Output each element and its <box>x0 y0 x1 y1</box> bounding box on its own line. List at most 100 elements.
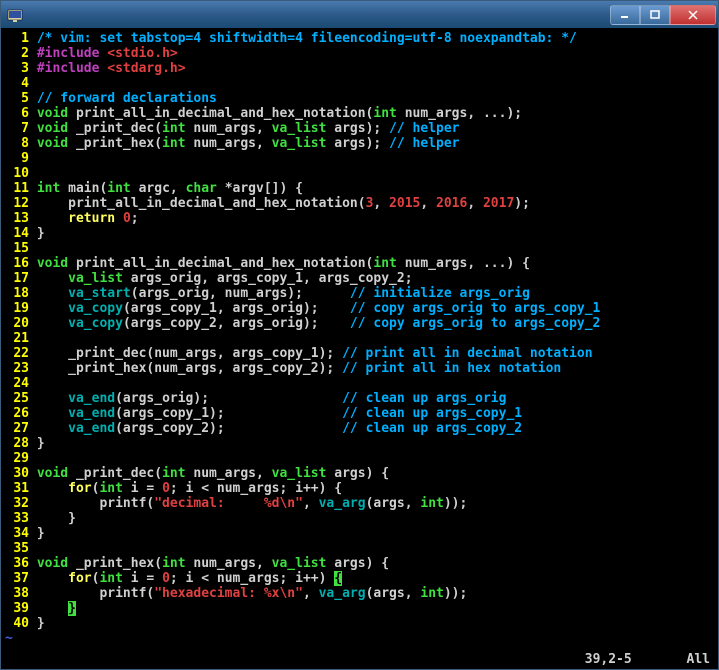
code-line: 10 <box>5 166 714 181</box>
code-line: 7 void _print_dec(int num_args, va_list … <box>5 121 714 136</box>
line-number: 40 <box>5 616 29 631</box>
code-content: } <box>37 436 45 451</box>
code-lines: 1 /* vim: set tabstop=4 shiftwidth=4 fil… <box>5 31 714 631</box>
line-number: 11 <box>5 181 29 196</box>
line-number: 3 <box>5 61 29 76</box>
cursor-position: 39,2-5 <box>585 652 632 667</box>
code-content: va_end(args_copy_1); // clean up args_co… <box>37 406 522 421</box>
line-number: 5 <box>5 91 29 106</box>
line-number: 39 <box>5 601 29 616</box>
code-content: va_copy(args_copy_2, args_orig); // copy… <box>37 316 601 331</box>
code-line: 20 va_copy(args_copy_2, args_orig); // c… <box>5 316 714 331</box>
code-content: void print_all_in_decimal_and_hex_notati… <box>37 106 522 121</box>
code-content: } <box>37 511 76 526</box>
code-line: 9 <box>5 151 714 166</box>
code-content: va_copy(args_copy_1, args_orig); // copy… <box>37 301 601 316</box>
code-content: } <box>37 226 45 241</box>
line-number: 34 <box>5 526 29 541</box>
code-content: } <box>37 601 76 616</box>
line-number: 26 <box>5 406 29 421</box>
line-number: 17 <box>5 271 29 286</box>
code-line: 32 printf("decimal: %d\n", va_arg(args, … <box>5 496 714 511</box>
code-line: 11 int main(int argc, char *argv[]) { <box>5 181 714 196</box>
line-number: 22 <box>5 346 29 361</box>
code-line: 19 va_copy(args_copy_1, args_orig); // c… <box>5 301 714 316</box>
code-content: void _print_hex(int num_args, va_list ar… <box>37 136 460 151</box>
code-line: 17 va_list args_orig, args_copy_1, args_… <box>5 271 714 286</box>
line-number: 35 <box>5 541 29 556</box>
code-content: va_end(args_copy_2); // clean up args_co… <box>37 421 522 436</box>
code-content: } <box>37 616 45 631</box>
line-number: 20 <box>5 316 29 331</box>
code-content: void print_all_in_decimal_and_hex_notati… <box>37 256 530 271</box>
code-content: for(int i = 0; i < num_args; i++) { <box>37 571 342 586</box>
titlebar-left <box>7 7 29 23</box>
code-content: va_list args_orig, args_copy_1, args_cop… <box>37 271 413 286</box>
line-number: 16 <box>5 256 29 271</box>
close-button[interactable] <box>670 5 716 25</box>
code-line: 2 #include <stdio.h> <box>5 46 714 61</box>
code-line: 31 for(int i = 0; i < num_args; i++) { <box>5 481 714 496</box>
maximize-button[interactable] <box>640 5 670 25</box>
code-content: int main(int argc, char *argv[]) { <box>37 181 303 196</box>
code-content: #include <stdarg.h> <box>37 61 186 76</box>
line-number: 36 <box>5 556 29 571</box>
line-number: 33 <box>5 511 29 526</box>
line-number: 25 <box>5 391 29 406</box>
code-line: 24 <box>5 376 714 391</box>
titlebar[interactable] <box>1 1 718 29</box>
line-number: 29 <box>5 451 29 466</box>
code-line: 15 <box>5 241 714 256</box>
code-line: 8 void _print_hex(int num_args, va_list … <box>5 136 714 151</box>
code-content: void _print_dec(int num_args, va_list ar… <box>37 466 389 481</box>
code-line: 4 <box>5 76 714 91</box>
line-number: 23 <box>5 361 29 376</box>
code-line: 14 } <box>5 226 714 241</box>
code-line: 6 void print_all_in_decimal_and_hex_nota… <box>5 106 714 121</box>
putty-icon <box>7 7 23 23</box>
code-content: void _print_dec(int num_args, va_list ar… <box>37 121 460 136</box>
code-content: // forward declarations <box>37 91 217 106</box>
line-number: 9 <box>5 151 29 166</box>
code-line: 16 void print_all_in_decimal_and_hex_not… <box>5 256 714 271</box>
putty-window: 1 /* vim: set tabstop=4 shiftwidth=4 fil… <box>0 0 719 670</box>
line-number: 19 <box>5 301 29 316</box>
line-number: 12 <box>5 196 29 211</box>
line-number: 4 <box>5 76 29 91</box>
line-number: 28 <box>5 436 29 451</box>
code-line: 25 va_end(args_orig); // clean up args_o… <box>5 391 714 406</box>
line-number: 18 <box>5 286 29 301</box>
code-line: 33 } <box>5 511 714 526</box>
code-line: 26 va_end(args_copy_1); // clean up args… <box>5 406 714 421</box>
code-content: printf("decimal: %d\n", va_arg(args, int… <box>37 496 468 511</box>
line-number: 14 <box>5 226 29 241</box>
code-content: _print_hex(num_args, args_copy_2); // pr… <box>37 361 561 376</box>
code-line: 30 void _print_dec(int num_args, va_list… <box>5 466 714 481</box>
titlebar-buttons <box>610 5 716 25</box>
line-number: 8 <box>5 136 29 151</box>
code-content: /* vim: set tabstop=4 shiftwidth=4 filee… <box>37 31 577 46</box>
line-number: 30 <box>5 466 29 481</box>
code-line: 29 <box>5 451 714 466</box>
scroll-mode: All <box>687 652 710 667</box>
line-number: 27 <box>5 421 29 436</box>
minimize-button[interactable] <box>610 5 640 25</box>
line-number: 37 <box>5 571 29 586</box>
code-content: void _print_hex(int num_args, va_list ar… <box>37 556 389 571</box>
code-line: 38 printf("hexadecimal: %x\n", va_arg(ar… <box>5 586 714 601</box>
vim-status: 39,2-5 All <box>585 652 710 667</box>
code-line: 13 return 0; <box>5 211 714 226</box>
code-content: printf("hexadecimal: %x\n", va_arg(args,… <box>37 586 468 601</box>
line-number: 15 <box>5 241 29 256</box>
terminal-area[interactable]: 1 /* vim: set tabstop=4 shiftwidth=4 fil… <box>1 29 718 669</box>
code-line: 22 _print_dec(num_args, args_copy_1); //… <box>5 346 714 361</box>
code-line: 3 #include <stdarg.h> <box>5 61 714 76</box>
code-content: va_start(args_orig, num_args); // initia… <box>37 286 530 301</box>
code-line: 39 } <box>5 601 714 616</box>
code-line: 5 // forward declarations <box>5 91 714 106</box>
code-content: print_all_in_decimal_and_hex_notation(3,… <box>37 196 530 211</box>
code-line: 18 va_start(args_orig, num_args); // ini… <box>5 286 714 301</box>
code-content: #include <stdio.h> <box>37 46 178 61</box>
line-number: 10 <box>5 166 29 181</box>
line-number: 38 <box>5 586 29 601</box>
